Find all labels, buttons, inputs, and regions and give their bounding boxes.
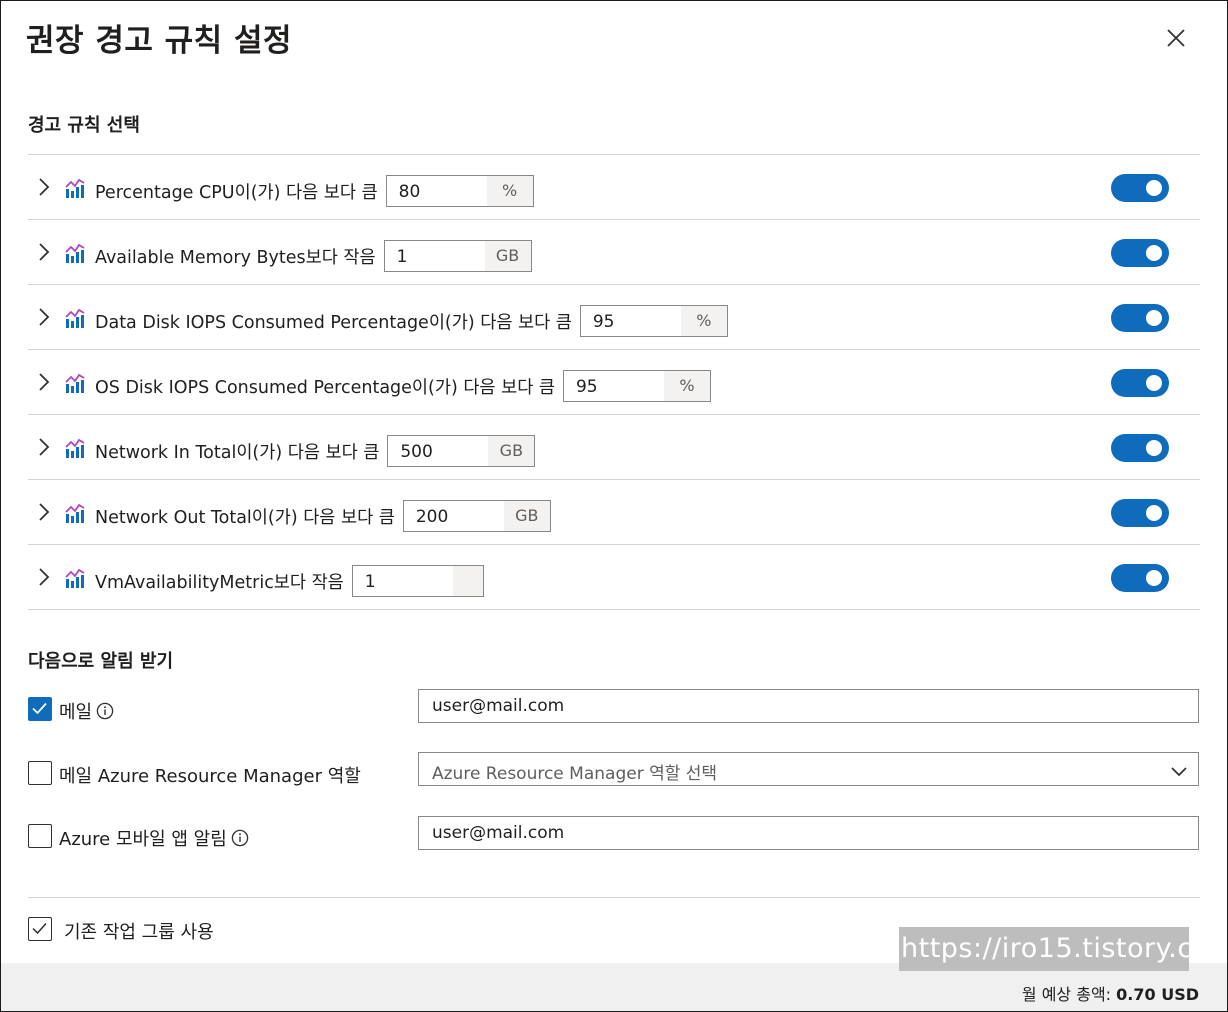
threshold-value[interactable]: 1 [384, 241, 485, 271]
chevron-right-icon[interactable] [37, 177, 51, 197]
threshold-value[interactable]: 500 [388, 436, 489, 466]
rule-label: OS Disk IOPS Consumed Percentage이(가) 다음 … [95, 377, 555, 398]
cost-value: 0.70 USD [1116, 985, 1199, 1004]
existing-group-checkbox[interactable] [28, 917, 52, 941]
rule-row: Network In Total이(가) 다음 보다 큼 500 GB [28, 415, 1200, 480]
metric-chart-icon [64, 502, 86, 524]
alert-rules-panel: 권장 경고 규칙 설정 경고 규칙 선택 Percentage CPU이(가) … [0, 0, 1228, 1012]
email-label: 메일 [59, 702, 93, 723]
threshold-value[interactable]: 95 [563, 371, 664, 401]
rule-label: Percentage CPU이(가) 다음 보다 큼 [95, 182, 378, 203]
rules-section-heading: 경고 규칙 선택 [28, 115, 140, 136]
rule-label: Network Out Total이(가) 다음 보다 큼 [95, 507, 395, 528]
chevron-right-icon[interactable] [37, 307, 51, 327]
rule-toggle[interactable] [1111, 369, 1169, 397]
watermark: https://iro15.tistory.com [899, 927, 1227, 971]
chevron-right-icon[interactable] [37, 567, 51, 587]
rule-row: OS Disk IOPS Consumed Percentage이(가) 다음 … [28, 350, 1200, 415]
threshold-input[interactable]: 1 GB [383, 240, 532, 272]
threshold-value[interactable]: 80 [386, 176, 487, 206]
threshold-input[interactable]: 80% [385, 175, 534, 207]
rule-row: Data Disk IOPS Consumed Percentage이(가) 다… [28, 285, 1200, 350]
chevron-right-icon[interactable] [37, 372, 51, 392]
threshold-input[interactable]: 1 [351, 565, 484, 597]
rule-label: VmAvailabilityMetric보다 작음 [95, 572, 344, 593]
rule-row: Available Memory Bytes보다 작음 1 GB [28, 220, 1200, 285]
arm-role-checkbox[interactable] [28, 761, 52, 785]
toggle-knob [1146, 180, 1162, 196]
estimated-cost: 월 예상 총액: 0.70 USD [1022, 981, 1199, 1005]
threshold-unit: % [680, 306, 727, 336]
email-checkbox[interactable] [28, 697, 52, 721]
metric-chart-icon [64, 437, 86, 459]
metric-chart-icon [64, 567, 86, 589]
threshold-input[interactable]: 200 GB [402, 500, 551, 532]
metric-chart-icon [64, 307, 86, 329]
toggle-knob [1146, 570, 1162, 586]
threshold-unit: GB [503, 501, 550, 531]
mobile-app-input[interactable]: user@mail.com [418, 816, 1199, 850]
metric-chart-icon [64, 177, 86, 199]
email-input[interactable]: user@mail.com [418, 689, 1199, 723]
threshold-input[interactable]: 95% [562, 370, 711, 402]
threshold-unit: GB [488, 436, 535, 466]
threshold-unit [452, 566, 483, 596]
chevron-down-icon [1170, 763, 1188, 777]
chevron-right-icon[interactable] [37, 502, 51, 522]
threshold-value[interactable]: 200 [403, 501, 504, 531]
toggle-knob [1146, 375, 1162, 391]
toggle-knob [1146, 310, 1162, 326]
chevron-right-icon[interactable] [37, 437, 51, 457]
rule-row: Percentage CPU이(가) 다음 보다 큼 80% [28, 155, 1200, 220]
cost-label: 월 예상 총액: [1021, 985, 1112, 1004]
mobile-app-label: Azure 모바일 앱 알림 [59, 829, 227, 850]
info-icon[interactable] [231, 829, 249, 847]
divider [28, 897, 1200, 898]
threshold-unit: % [663, 371, 710, 401]
rule-toggle[interactable] [1111, 564, 1169, 592]
chevron-right-icon[interactable] [37, 242, 51, 262]
existing-group-label: 기존 작업 그룹 사용 [64, 922, 214, 943]
threshold-input[interactable]: 95% [579, 305, 728, 337]
rule-toggle[interactable] [1111, 434, 1169, 462]
metric-chart-icon [64, 242, 86, 264]
rules-list: Percentage CPU이(가) 다음 보다 큼 80% Available… [28, 154, 1200, 610]
rule-toggle[interactable] [1111, 174, 1169, 202]
rule-toggle[interactable] [1111, 304, 1169, 332]
rule-row: Network Out Total이(가) 다음 보다 큼 200 GB [28, 480, 1200, 545]
arm-role-dropdown[interactable]: Azure Resource Manager 역할 선택 [418, 752, 1199, 786]
arm-role-label: 메일 Azure Resource Manager 역할 [59, 766, 361, 787]
threshold-unit: % [486, 176, 533, 206]
threshold-value[interactable]: 1 [352, 566, 453, 596]
mobile-app-checkbox[interactable] [28, 824, 52, 848]
rule-toggle[interactable] [1111, 239, 1169, 267]
panel-title: 권장 경고 규칙 설정 [26, 23, 293, 59]
rule-label: Available Memory Bytes보다 작음 [95, 247, 376, 268]
threshold-value[interactable]: 95 [580, 306, 681, 336]
rule-toggle[interactable] [1111, 499, 1169, 527]
rule-label: Network In Total이(가) 다음 보다 큼 [95, 442, 380, 463]
notify-section-heading: 다음으로 알림 받기 [28, 651, 174, 672]
rule-row: VmAvailabilityMetric보다 작음 1 [28, 545, 1200, 610]
close-icon[interactable] [1163, 25, 1189, 51]
arm-role-placeholder: Azure Resource Manager 역할 선택 [432, 764, 718, 784]
rule-label: Data Disk IOPS Consumed Percentage이(가) 다… [95, 312, 572, 333]
toggle-knob [1146, 505, 1162, 521]
threshold-unit: GB [484, 241, 531, 271]
metric-chart-icon [64, 372, 86, 394]
toggle-knob [1146, 440, 1162, 456]
threshold-input[interactable]: 500 GB [387, 435, 536, 467]
info-icon[interactable] [96, 702, 114, 720]
toggle-knob [1146, 245, 1162, 261]
